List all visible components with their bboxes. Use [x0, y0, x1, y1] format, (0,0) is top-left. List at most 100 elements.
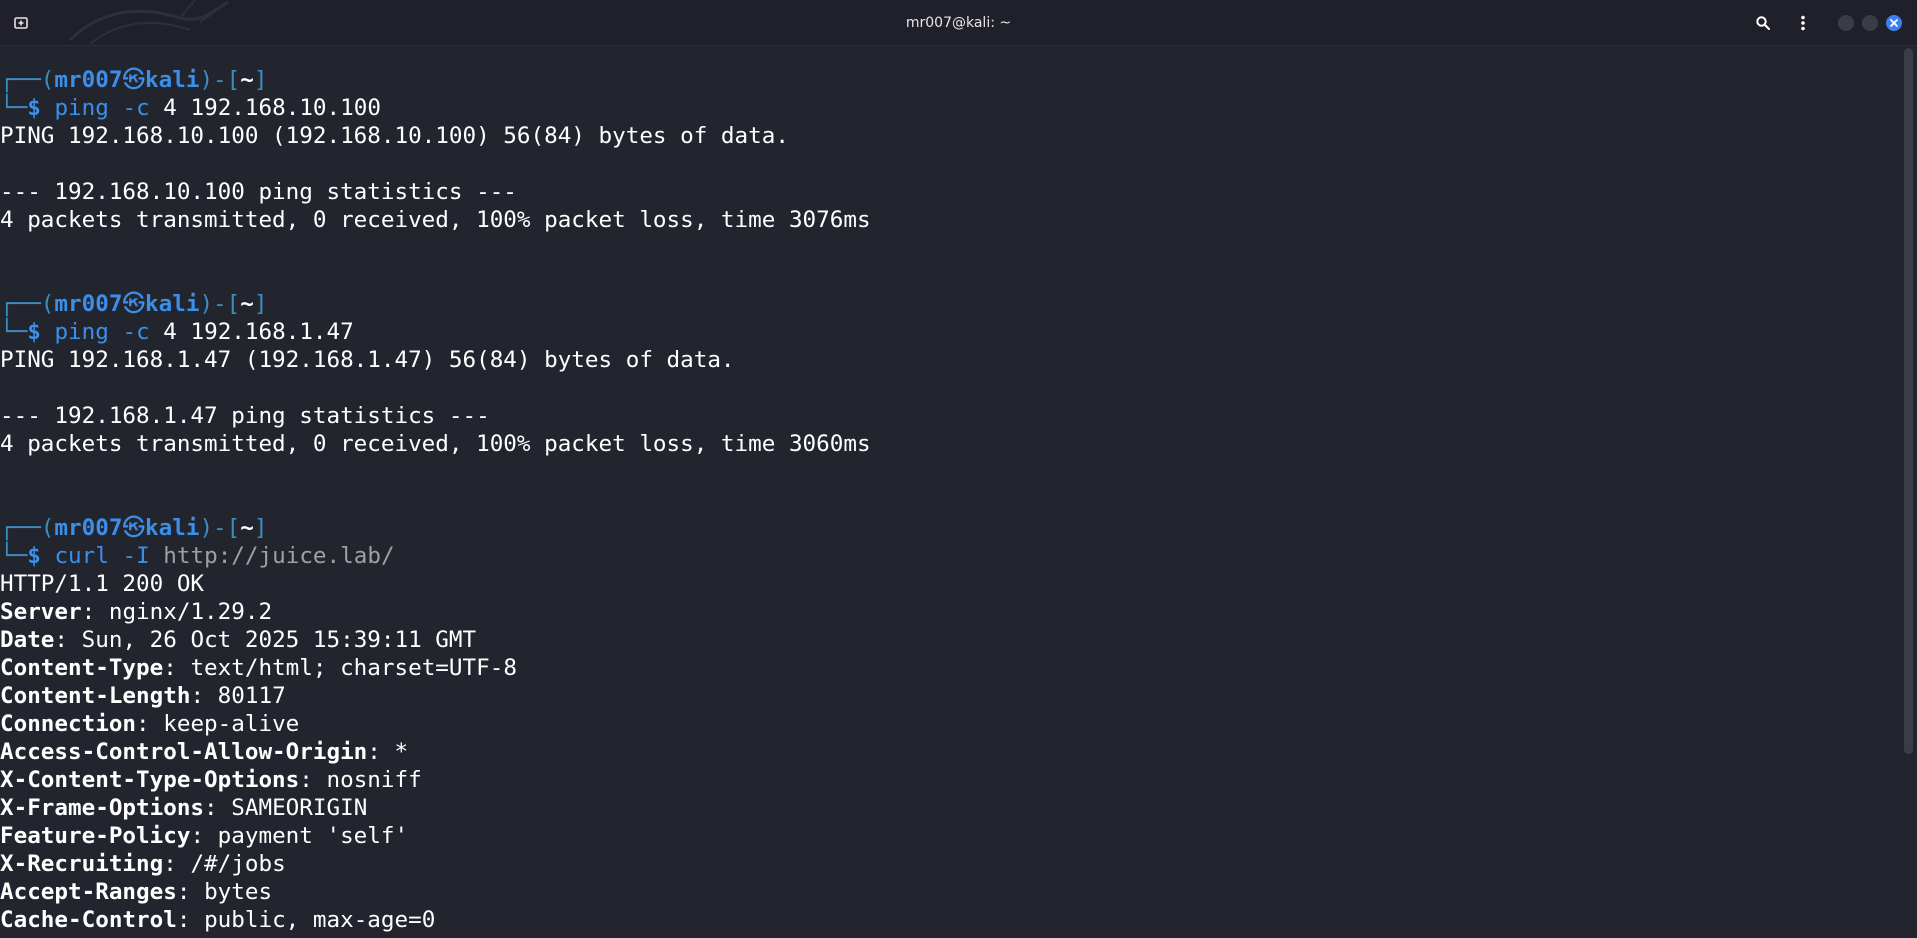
- http-header-line: Content-Length: 80117: [0, 683, 286, 709]
- command-flag: -c: [122, 95, 150, 121]
- http-header-line: Access-Control-Allow-Origin: *: [0, 739, 409, 765]
- output-line: --- 192.168.1.47 ping statistics ---: [0, 403, 490, 429]
- maximize-button[interactable]: [1862, 15, 1878, 31]
- prompt-frame: )-[: [199, 67, 241, 93]
- http-header-value: *: [394, 739, 409, 765]
- http-header-value: keep-alive: [163, 711, 300, 737]
- http-header-line: Accept-Ranges: bytes: [0, 879, 273, 905]
- title-bar[interactable]: mr007@kali: ~: [0, 0, 1917, 46]
- prompt-header-line: ┌──(mr007㉿kali)-[~]: [0, 290, 1900, 318]
- http-header-name: Cache-Control: [0, 907, 177, 933]
- terminal-window: mr007@kali: ~ ┌──(mr007㉿kali)-[~] └─$ pin…: [0, 0, 1917, 938]
- prompt-host: kali: [145, 515, 200, 541]
- new-tab-icon: [14, 16, 28, 29]
- close-icon: [1890, 19, 1898, 27]
- prompt-header-line: ┌──(mr007㉿kali)-[~]: [0, 514, 1900, 542]
- prompt-user: mr007: [54, 67, 123, 93]
- output-line: 4 packets transmitted, 0 received, 100% …: [0, 207, 871, 233]
- http-header-line: Feature-Policy: payment 'self': [0, 823, 409, 849]
- prompt-separator-icon: ㉿: [122, 67, 146, 93]
- minimize-button[interactable]: [1838, 15, 1854, 31]
- prompt-header-line: ┌──(mr007㉿kali)-[~]: [0, 66, 1900, 94]
- prompt-frame: )-[: [199, 291, 241, 317]
- prompt-user: mr007: [54, 515, 123, 541]
- terminal-output[interactable]: ┌──(mr007㉿kali)-[~] └─$ ping -c 4 192.168…: [0, 66, 1900, 934]
- http-header-name: Accept-Ranges: [0, 879, 177, 905]
- prompt-frame: ┌──(: [0, 291, 55, 317]
- prompt-separator-icon: ㉿: [122, 291, 146, 317]
- http-header-value: payment 'self': [217, 823, 409, 849]
- http-header-name: X-Content-Type-Options: [0, 767, 300, 793]
- http-header-name: Access-Control-Allow-Origin: [0, 739, 368, 765]
- http-header-line: X-Frame-Options: SAMEORIGIN: [0, 795, 368, 821]
- command-name: curl: [54, 543, 109, 569]
- http-header-name: Feature-Policy: [0, 823, 191, 849]
- search-button[interactable]: [1752, 12, 1774, 34]
- command-args: 4 192.168.1.47: [149, 319, 354, 345]
- prompt-user: mr007: [54, 291, 123, 317]
- command-flag: -c: [122, 319, 150, 345]
- command-flag: -I: [122, 543, 150, 569]
- prompt-frame: )-[: [199, 515, 241, 541]
- prompt-directory: ~: [240, 67, 254, 93]
- command-line: └─$ curl -I http://juice.lab/: [0, 542, 1900, 570]
- close-button[interactable]: [1886, 15, 1902, 31]
- prompt-directory: ~: [240, 515, 254, 541]
- http-header-name: Content-Type: [0, 655, 164, 681]
- command-line: └─$ ping -c 4 192.168.10.100: [0, 94, 1900, 122]
- http-header-value: nosniff: [326, 767, 422, 793]
- scrollbar[interactable]: [1904, 48, 1913, 754]
- prompt-frame: └─: [0, 319, 28, 345]
- prompt-frame: ┌──(: [0, 67, 55, 93]
- http-header-name: Content-Length: [0, 683, 191, 709]
- prompt-host: kali: [145, 291, 200, 317]
- output-line: 4 packets transmitted, 0 received, 100% …: [0, 431, 871, 457]
- http-header-value: SAMEORIGIN: [231, 795, 368, 821]
- prompt-separator-icon: ㉿: [122, 515, 146, 541]
- http-header-line: Cache-Control: public, max-age=0: [0, 907, 436, 933]
- http-header-value: 80117: [217, 683, 286, 709]
- search-icon: [1756, 16, 1770, 30]
- output-line: --- 192.168.10.100 ping statistics ---: [0, 179, 517, 205]
- command-line: └─$ ping -c 4 192.168.1.47: [0, 318, 1900, 346]
- kali-dragon-watermark: [68, 0, 229, 45]
- http-header-value: bytes: [204, 879, 273, 905]
- command-name: ping: [54, 319, 109, 345]
- prompt-sigil: $: [27, 95, 41, 121]
- prompt-host: kali: [145, 67, 200, 93]
- http-header-name: Server: [0, 599, 82, 625]
- http-header-value: text/html; charset=UTF-8: [190, 655, 517, 681]
- prompt-frame: └─: [0, 543, 28, 569]
- prompt-directory: ~: [240, 291, 254, 317]
- prompt-frame: ]: [253, 515, 268, 541]
- http-header-line: Server: nginx/1.29.2: [0, 599, 273, 625]
- http-header-value: /#/jobs: [190, 851, 286, 877]
- http-header-value: nginx/1.29.2: [108, 599, 273, 625]
- prompt-frame: ]: [253, 291, 268, 317]
- prompt-sigil: $: [27, 319, 41, 345]
- http-header-name: X-Frame-Options: [0, 795, 205, 821]
- http-header-line: Connection: keep-alive: [0, 711, 300, 737]
- command-url: http://juice.lab/: [163, 543, 395, 569]
- prompt-frame: ┌──(: [0, 515, 55, 541]
- http-header-name: Connection: [0, 711, 137, 737]
- http-header-line: X-Content-Type-Options: nosniff: [0, 767, 422, 793]
- menu-button[interactable]: [1792, 12, 1814, 34]
- http-header-value: public, max-age=0: [204, 907, 436, 933]
- command-args: 4 192.168.10.100: [149, 95, 381, 121]
- http-header-line: Content-Type: text/html; charset=UTF-8: [0, 655, 517, 681]
- http-header-line: X-Recruiting: /#/jobs: [0, 851, 286, 877]
- kebab-menu-icon: [1801, 15, 1805, 31]
- output-line: PING 192.168.1.47 (192.168.1.47) 56(84) …: [0, 347, 735, 373]
- http-header-name: X-Recruiting: [0, 851, 164, 877]
- http-header-value: Sun, 26 Oct 2025 15:39:11 GMT: [81, 627, 477, 653]
- command-name: ping: [54, 95, 109, 121]
- new-tab-button[interactable]: [11, 14, 31, 32]
- output-line: PING 192.168.10.100 (192.168.10.100) 56(…: [0, 123, 789, 149]
